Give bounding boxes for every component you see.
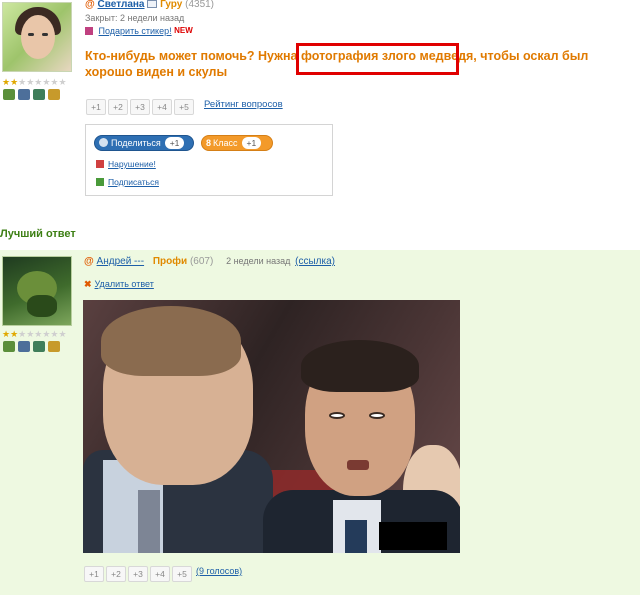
subscribe-link[interactable]: Подписаться <box>108 177 159 187</box>
photo-eye <box>369 412 385 419</box>
question-author-badges <box>3 89 60 100</box>
photo-person-hair <box>301 340 419 392</box>
avatar-eye <box>28 33 34 36</box>
answer-author-badges <box>3 341 60 352</box>
question-author-avatar[interactable] <box>2 2 72 72</box>
vote-button[interactable]: +4 <box>150 566 170 582</box>
photo-person-tie <box>138 490 160 553</box>
vote-button[interactable]: +5 <box>172 566 192 582</box>
answer-author-line: @ Андрей --- Профи (607) 2 недели назад … <box>84 256 335 267</box>
avatar-face <box>21 15 55 59</box>
gift-sticker-link[interactable]: Подарить стикер! <box>99 26 172 36</box>
share-box: Поделиться +1 8 Класс +1 Нарушение! Подписа… <box>85 124 333 196</box>
answer-author-name[interactable]: Андрей --- <box>97 256 145 267</box>
users-icon <box>3 89 15 100</box>
share-count: +1 <box>164 137 185 149</box>
subscribe-row: Подписаться <box>96 177 159 187</box>
photo-eye <box>329 412 345 419</box>
at-icon: @ <box>85 0 95 10</box>
vote-button[interactable]: +2 <box>108 99 128 115</box>
answer-author-avatar[interactable] <box>2 256 72 326</box>
at-icon: @ <box>84 256 94 267</box>
answer-author-rating-stars: ★★★★★★★★ <box>2 329 67 339</box>
answer-votes-link[interactable]: (9 голосов) <box>196 566 242 576</box>
question-author-score: (4351) <box>185 0 215 10</box>
vote-button[interactable]: +3 <box>130 99 150 115</box>
subscribe-icon <box>96 178 104 186</box>
new-badge: NEW <box>174 26 193 35</box>
answer-author-rank: Профи <box>152 256 188 267</box>
brush-icon <box>48 89 60 100</box>
question-author-name[interactable]: Светлана <box>98 0 145 10</box>
camera-icon <box>18 341 30 352</box>
delete-answer: ✖ Удалить ответ <box>84 279 154 290</box>
report-link[interactable]: Нарушение! <box>108 159 156 169</box>
brush-icon <box>48 341 60 352</box>
vote-button[interactable]: +1 <box>86 99 106 115</box>
question-rating-link[interactable]: Рейтинг вопросов <box>204 99 283 110</box>
photo-mouth <box>347 460 369 470</box>
vote-button[interactable]: +5 <box>174 99 194 115</box>
answer-permalink[interactable]: (ссылка) <box>295 256 335 267</box>
vote-button[interactable]: +2 <box>106 566 126 582</box>
redaction-bar <box>379 522 447 550</box>
photo-person-tie <box>345 520 367 553</box>
photo-person-hair <box>101 306 241 376</box>
share-button[interactable]: Поделиться +1 <box>94 135 194 151</box>
ok-icon: 8 <box>206 138 212 148</box>
question-author-line: @ Светлана Гуру (4351) <box>85 0 214 10</box>
answer-author-score: (607) <box>189 256 214 267</box>
avatar-eye <box>42 33 48 36</box>
gift-icon <box>85 27 93 35</box>
vote-button[interactable]: +1 <box>84 566 104 582</box>
close-icon: ✖ <box>84 279 92 289</box>
class-label: Класс <box>213 138 238 148</box>
answer-time: 2 недели назад <box>226 256 291 266</box>
gallery-icon <box>33 89 45 100</box>
delete-answer-link[interactable]: Удалить ответ <box>95 279 154 289</box>
share-label: Поделиться <box>111 138 161 148</box>
camera-icon <box>18 89 30 100</box>
report-row: Нарушение! <box>96 159 156 169</box>
question-vote-row: +1 +2 +3 +4 +5 <box>86 99 194 115</box>
class-count: +1 <box>241 137 262 149</box>
best-answer-heading: Лучший ответ <box>0 228 76 240</box>
users-icon <box>3 341 15 352</box>
class-button[interactable]: 8 Класс +1 <box>201 135 273 151</box>
report-icon <box>96 160 104 168</box>
share-icon <box>99 138 108 147</box>
answer-photo <box>83 300 460 553</box>
question-status: Закрыт: 2 недели назад <box>85 13 185 23</box>
vote-button[interactable]: +4 <box>152 99 172 115</box>
answer-vote-row: +1 +2 +3 +4 +5 <box>84 566 192 582</box>
gift-sticker: Подарить стикер! NEW <box>85 26 193 36</box>
question-author-rank: Гуру <box>160 0 183 10</box>
mail-icon[interactable] <box>147 0 158 8</box>
vote-button[interactable]: +3 <box>128 566 148 582</box>
highlight-annotation <box>296 43 459 75</box>
question-author-rating-stars: ★★★★★★★★ <box>2 77 67 87</box>
avatar-shape <box>27 295 57 317</box>
gallery-icon <box>33 341 45 352</box>
